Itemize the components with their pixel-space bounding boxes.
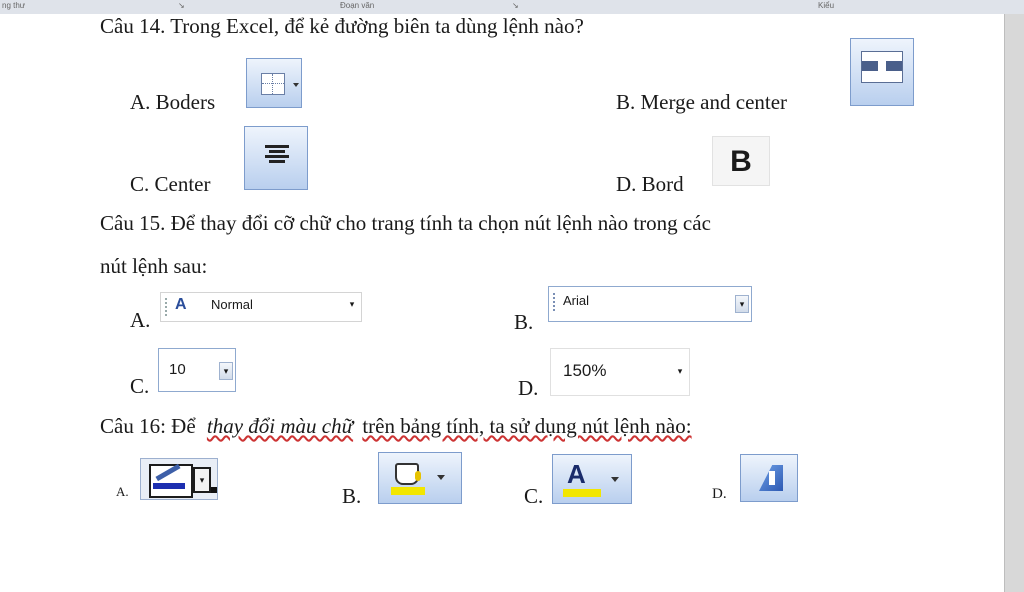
q14-option-d: D. Bord	[616, 172, 684, 196]
chevron-down-icon: ▾	[219, 362, 233, 380]
font-color-icon: A	[552, 454, 632, 504]
chevron-down-icon: ▾	[677, 366, 683, 376]
font-name-combo: Arial ▾	[548, 286, 752, 322]
document-page: Câu 14. Trong Excel, để kẻ đường biên ta…	[0, 14, 1004, 592]
center-align-icon	[244, 126, 308, 190]
ribbon-launcher-icon[interactable]: ↘	[178, 1, 185, 10]
style-value: Normal	[211, 297, 253, 312]
q14-option-b: B. Merge and center	[616, 90, 788, 114]
q15-option-b: B.	[514, 310, 534, 334]
zoom-value: 150%	[563, 361, 607, 380]
fill-color-icon	[378, 452, 462, 504]
q15-question-line2: nút lệnh sau:	[100, 254, 208, 278]
q16-question-suffix: trên bảng tính, ta sử dụng nút lệnh nào:	[362, 414, 692, 438]
q16-question: Câu 16: Để thay đổi màu chữ trên bảng tí…	[100, 414, 692, 439]
merge-and-center-icon	[850, 38, 914, 106]
bold-icon: B	[712, 136, 770, 186]
q14-option-c: C. Center	[130, 172, 211, 196]
style-icon: A	[175, 296, 187, 313]
borders-icon	[246, 58, 302, 108]
q16-option-d: D.	[712, 486, 727, 502]
q16-question-italic: thay đổi màu chữ	[206, 414, 354, 438]
q14-option-a: A. Boders	[130, 90, 216, 114]
line-color-icon: ▾	[140, 458, 218, 500]
zoom-combo: 150% ▾	[550, 348, 690, 396]
q15-option-d: D.	[518, 376, 539, 400]
style-combo: A Normal ▾	[160, 292, 362, 322]
q16-option-a: A.	[116, 484, 129, 499]
q15-question-line1: Câu 15. Để thay đổi cỡ chữ cho trang tín…	[100, 211, 711, 235]
chevron-down-icon: ▾	[735, 295, 749, 313]
font-size-combo: 10 ▾	[158, 348, 236, 392]
ribbon-group-label: ng thư	[2, 1, 26, 10]
ribbon-strip: ng thư ↘ Đoạn văn ↘ Kiểu	[0, 0, 1024, 15]
font-color-glyph: A	[567, 459, 586, 489]
q16-question-prefix: Câu 16: Để	[100, 414, 196, 438]
ribbon-launcher-icon[interactable]: ↘	[512, 1, 519, 10]
font-name-value: Arial	[563, 293, 590, 308]
q16-option-c: C.	[524, 484, 544, 508]
q16-option-b: B.	[342, 484, 362, 508]
vertical-scrollbar[interactable]	[1004, 14, 1024, 592]
q15-option-a: A.	[130, 308, 151, 332]
q15-option-c: C.	[130, 374, 150, 398]
font-size-value: 10	[169, 361, 186, 378]
text-style-icon	[740, 454, 798, 502]
chevron-down-icon: ▾	[349, 299, 355, 309]
q14-question: Câu 14. Trong Excel, để kẻ đường biên ta…	[100, 14, 584, 38]
ribbon-group-label: Kiểu	[818, 1, 835, 10]
ribbon-group-label: Đoạn văn	[340, 1, 375, 10]
